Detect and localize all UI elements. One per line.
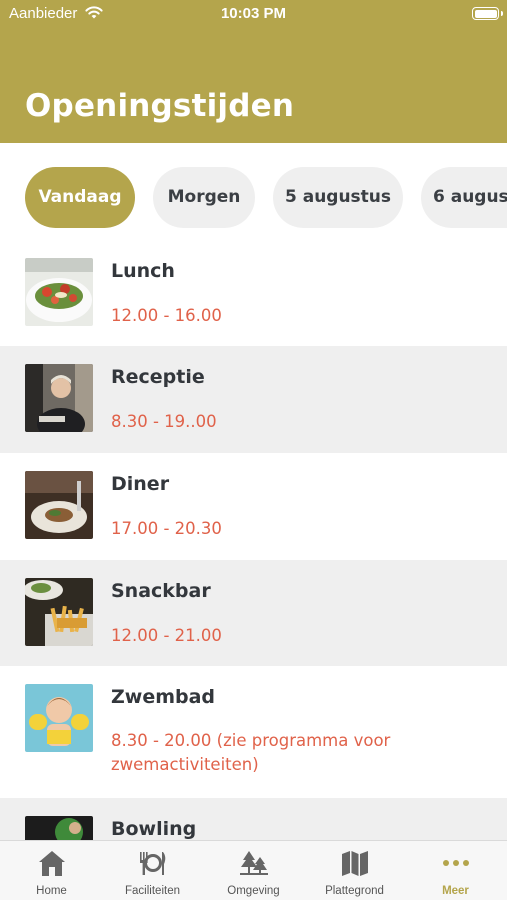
tab-home[interactable]: Home [1, 841, 102, 900]
facility-hours: 12.00 - 16.00 [111, 306, 222, 325]
tab-faciliteiten[interactable]: Faciliteiten [102, 841, 203, 900]
home-icon [38, 851, 65, 876]
list-item-zwembad[interactable]: Zwembad 8.30 - 20.00 (zie programma voor… [0, 666, 507, 798]
tab-label: Omgeving [227, 885, 280, 897]
tab-label: Faciliteiten [125, 885, 180, 897]
tab-6-augustus[interactable]: 6 augustus [421, 167, 507, 228]
tab-plattegrond[interactable]: Plattegrond [304, 841, 405, 900]
bottom-tab-bar: Home Faciliteiten Omgeving Plattegrond M… [0, 840, 507, 900]
receptie-photo [25, 364, 93, 432]
more-icon [442, 860, 469, 866]
facility-name: Snackbar [111, 580, 211, 602]
facility-hours: 12.00 - 21.00 [111, 626, 222, 645]
facility-name: Lunch [111, 260, 175, 282]
list-item-receptie[interactable]: Receptie 8.30 - 19..00 [0, 346, 507, 453]
status-bar: Aanbieder 10:03 PM [0, 0, 507, 30]
tab-meer[interactable]: Meer [405, 841, 506, 900]
date-tabs: Vandaag Morgen 5 augustus 6 augustus [0, 167, 507, 229]
status-time: 10:03 PM [220, 5, 287, 22]
tab-morgen[interactable]: Morgen [153, 167, 255, 228]
tab-omgeving[interactable]: Omgeving [203, 841, 304, 900]
page-title: Openingstijden [25, 88, 295, 124]
battery-icon [472, 7, 503, 20]
facility-name: Diner [111, 473, 170, 495]
tab-vandaag[interactable]: Vandaag [25, 167, 135, 228]
facility-list: Lunch 12.00 - 16.00 Receptie 8.30 - 19..… [0, 240, 507, 884]
tab-label: Home [36, 885, 67, 897]
trees-icon [239, 851, 268, 875]
tab-label: Plattegrond [325, 885, 384, 897]
tab-label: Meer [442, 885, 469, 897]
facility-name: Receptie [111, 366, 205, 388]
lunch-photo [25, 258, 93, 326]
diner-photo [25, 471, 93, 539]
list-item-lunch[interactable]: Lunch 12.00 - 16.00 [0, 240, 507, 346]
facility-hours: 17.00 - 20.30 [111, 519, 222, 538]
facility-name: Bowling [111, 818, 197, 840]
list-item-diner[interactable]: Diner 17.00 - 20.30 [0, 453, 507, 560]
tab-5-augustus[interactable]: 5 augustus [273, 167, 403, 228]
list-item-snackbar[interactable]: Snackbar 12.00 - 21.00 [0, 560, 507, 666]
facility-name: Zwembad [111, 686, 216, 708]
zwembad-photo [25, 684, 93, 752]
map-icon [341, 851, 368, 876]
facility-hours: 8.30 - 19..00 [111, 412, 217, 431]
cutlery-icon [139, 852, 165, 875]
snackbar-photo [25, 578, 93, 646]
header: Aanbieder 10:03 PM Openingstijden [0, 0, 507, 143]
facility-hours: 8.30 - 20.00 (zie programma voor zwemact… [111, 731, 391, 774]
